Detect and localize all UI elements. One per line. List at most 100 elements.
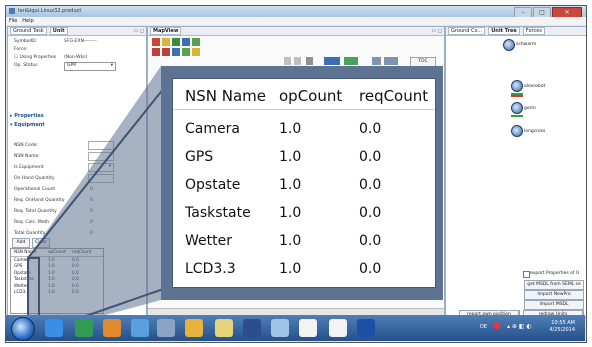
is-equipment-select[interactable]: ▾ xyxy=(88,163,114,172)
table-row[interactable]: LCD3.3 1.0 0.0 xyxy=(11,289,103,296)
tab-unit-tree[interactable]: Unit Tree xyxy=(488,27,520,35)
eq-value-req-calc[interactable]: 0 xyxy=(90,220,93,225)
zoom-cell-reqcount: 0.0 xyxy=(359,233,382,249)
chevron-down-icon: ▾ xyxy=(110,63,113,68)
toolbar-tool-icon[interactable] xyxy=(152,48,160,56)
toolbar-tool-icon[interactable] xyxy=(384,57,398,65)
zoom-cell-name: GPS xyxy=(185,149,214,165)
clear-button[interactable]: Clear xyxy=(32,238,50,248)
system-clock[interactable]: 10:55 AM 4/25/2014 xyxy=(549,320,575,334)
tree-item-gorm[interactable]: gorm xyxy=(524,106,536,111)
tray-app-icon[interactable]: ● xyxy=(493,321,501,331)
eq-label-nsn-name: NSN Name: xyxy=(14,154,40,159)
section-equipment[interactable]: ▾ Equipment xyxy=(10,122,45,128)
zoom-cell-name: Taskstate xyxy=(185,205,251,221)
toolbar-tool-icon[interactable] xyxy=(306,57,313,65)
tab-ground-control[interactable]: Ground Co... xyxy=(448,27,486,35)
col-header-reqcount[interactable]: reqCount xyxy=(72,249,96,256)
export-properties-checkbox[interactable] xyxy=(523,271,530,278)
prop-label-using[interactable]: ☐ Using Properties xyxy=(14,55,56,60)
app-icon[interactable] xyxy=(157,319,175,337)
toolbar-tool-icon[interactable] xyxy=(182,48,190,56)
paint-icon[interactable] xyxy=(185,319,203,337)
nsn-name-input[interactable] xyxy=(88,152,114,161)
prop-value-symbolid[interactable]: SFG-EXN-------- xyxy=(64,39,97,44)
tree-item-schwarm[interactable]: schwarm xyxy=(516,42,536,47)
section-equipment-label: Equipment xyxy=(14,122,45,128)
app-icon[interactable] xyxy=(357,319,375,337)
app-icon xyxy=(9,8,15,14)
eq-value-opcount[interactable]: 0 xyxy=(90,187,93,192)
section-properties-label: Properties xyxy=(14,113,44,119)
toolbar-tool-icon[interactable] xyxy=(294,57,301,65)
import-newpro-button[interactable]: Import NewPro xyxy=(524,290,584,300)
menu-file[interactable]: File xyxy=(9,18,17,24)
start-button[interactable] xyxy=(11,317,35,341)
toolbar-tool-icon[interactable] xyxy=(182,38,190,46)
prop-label-symbolid: SymbolID: xyxy=(14,39,38,44)
zoom-cell-opcount: 1.0 xyxy=(279,205,302,221)
tree-item-alexrobot[interactable]: alexrobot xyxy=(524,84,545,89)
unit-avatar-icon[interactable] xyxy=(511,80,523,92)
tab-forces[interactable]: Forces xyxy=(522,27,545,35)
menu-help[interactable]: Help xyxy=(22,18,33,24)
zoom-cell-reqcount: 0.0 xyxy=(359,149,382,165)
zoom-cell-name: Wetter xyxy=(185,233,232,249)
media-icon[interactable] xyxy=(103,319,121,337)
toolbar-tool-icon[interactable] xyxy=(192,38,200,46)
eq-label-req-total: Req. Total Quantity xyxy=(14,209,57,214)
cell-reqcount: 0.0 xyxy=(72,289,79,294)
zoom-cell-reqcount: 0.0 xyxy=(359,261,382,277)
tab-unit[interactable]: Unit xyxy=(49,27,68,35)
app-icon[interactable] xyxy=(131,319,149,337)
toolbar-tool-icon[interactable] xyxy=(192,48,200,56)
app-icon[interactable] xyxy=(329,319,347,337)
folder-icon[interactable] xyxy=(215,319,233,337)
col-header-opcount[interactable]: opCount xyxy=(48,249,72,256)
toolbar-tool-icon[interactable] xyxy=(324,57,340,65)
col-header-nsn[interactable]: NSN Name xyxy=(11,249,48,256)
get-msdl-button[interactable]: get MSDL from SEML se xyxy=(524,280,584,290)
tab-mapview[interactable]: MapView xyxy=(150,27,182,35)
onhand-input[interactable] xyxy=(88,174,114,183)
toolbar-tool-icon[interactable] xyxy=(172,38,180,46)
toolbar-tool-icon[interactable] xyxy=(172,48,180,56)
unit-avatar-icon[interactable] xyxy=(511,125,523,137)
spreadsheet-icon[interactable] xyxy=(75,319,93,337)
nsn-code-input[interactable] xyxy=(88,141,114,150)
tray-icons[interactable]: ▴ ⊕ ◧ ◐ xyxy=(507,323,532,330)
toolbar-tool-icon[interactable] xyxy=(162,48,170,56)
app-icon[interactable] xyxy=(271,319,289,337)
browser-icon[interactable] xyxy=(45,319,63,337)
toolbar-tool-icon[interactable] xyxy=(162,38,170,46)
zoom-cell-reqcount: 0.0 xyxy=(359,177,382,193)
import-msdl-button[interactable]: Import MSDL xyxy=(524,300,584,310)
window-title: Ieri&Iqui.Linux32.product xyxy=(18,8,82,14)
toolbar-tool-icon[interactable] xyxy=(372,57,381,65)
eq-value-total[interactable]: 0 xyxy=(90,231,93,236)
tree-item-longcross[interactable]: longcross xyxy=(524,129,545,134)
section-properties[interactable]: ▸ Properties xyxy=(10,113,44,119)
toolbar-tool-icon[interactable] xyxy=(344,57,358,65)
panel-controls-icon[interactable]: ▭ ◻ xyxy=(134,28,144,34)
unit-avatar-icon[interactable] xyxy=(503,39,515,51)
zoom-cell-opcount: 1.0 xyxy=(279,261,302,277)
add-button[interactable]: Add xyxy=(12,238,30,248)
zoom-col-header-opcount: opCount xyxy=(279,87,343,105)
opstatus-select[interactable]: GPR ▾ xyxy=(64,62,116,71)
app-icon[interactable] xyxy=(243,319,261,337)
table-header: NSN Name opCount reqCount xyxy=(11,249,103,257)
language-indicator[interactable]: DE xyxy=(480,324,487,330)
eq-value-req-onhand[interactable]: 0 xyxy=(90,198,93,203)
zoom-cell-name: Camera xyxy=(185,121,240,137)
toolbar-tool-icon[interactable] xyxy=(152,38,160,46)
prop-value-using: (Non-Wks) xyxy=(64,55,88,60)
unit-avatar-icon[interactable] xyxy=(511,102,523,114)
eq-value-req-total[interactable]: 0 xyxy=(90,209,93,214)
panel-controls-icon[interactable]: ▭ ◻ xyxy=(432,28,442,34)
document-icon[interactable] xyxy=(299,319,317,337)
chevron-down-icon: ▾ xyxy=(108,164,111,169)
tab-ground-task[interactable]: Ground Task xyxy=(10,27,47,35)
toolbar-tool-icon[interactable] xyxy=(284,57,291,65)
unit-status-bar xyxy=(511,95,523,97)
